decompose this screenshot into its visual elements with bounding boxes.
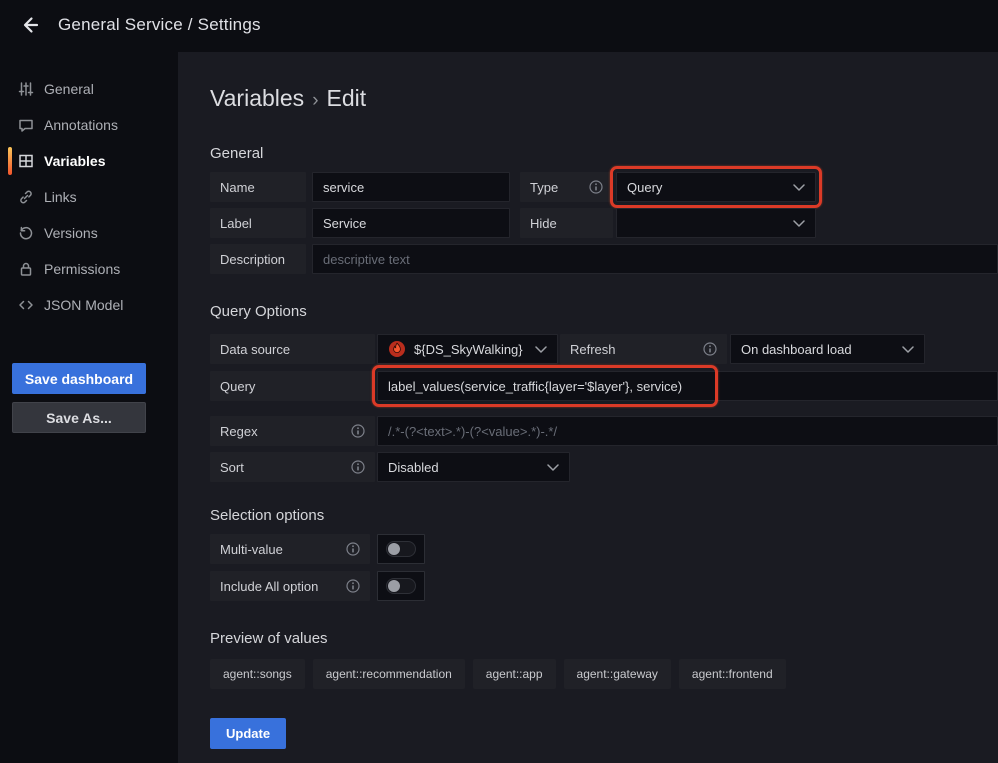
grafana-settings-page: General Service / Settings General Annot… [0,0,998,763]
settings-sidebar: General Annotations Variables Links [0,52,178,763]
type-select[interactable]: Query [616,172,816,202]
top-bar: General Service / Settings [0,0,998,52]
preview-value-chip: agent::recommendation [313,659,465,689]
comment-icon [17,117,34,134]
regex-label: Regex [210,416,375,446]
info-icon [703,342,717,356]
save-dashboard-button[interactable]: Save dashboard [12,363,146,394]
chevron-down-icon [902,346,914,353]
chevron-down-icon [535,346,547,353]
preview-value-chip: agent::frontend [679,659,786,689]
sort-select[interactable]: Disabled [377,452,570,482]
breadcrumb: Variables›Edit [210,85,366,112]
info-icon [351,424,365,438]
sidebar-item-label: Permissions [44,261,120,277]
link-icon [17,189,34,206]
sidebar-item-links[interactable]: Links [0,179,178,215]
sidebar-item-label: JSON Model [44,297,123,313]
active-indicator [8,147,12,175]
toggle-track [386,541,416,557]
code-icon [17,297,34,314]
chevron-down-icon [793,184,805,191]
multi-value-label: Multi-value [210,534,370,564]
datasource-label: Data source [210,334,375,364]
name-input[interactable] [312,172,510,202]
sidebar-item-variables[interactable]: Variables [0,143,178,179]
sidebar-item-label: Links [44,189,77,205]
hide-select[interactable] [616,208,816,238]
sidebar-item-label: Versions [44,225,98,241]
include-all-toggle[interactable] [377,571,425,601]
lock-icon [17,261,34,278]
page-title: General Service / Settings [58,15,261,35]
refresh-select[interactable]: On dashboard load [730,334,925,364]
preview-value-chip: agent::songs [210,659,305,689]
grid-icon [17,153,34,170]
type-label: Type [520,172,613,202]
back-button[interactable] [14,11,44,41]
arrow-left-icon [18,14,40,39]
sidebar-item-versions[interactable]: Versions [0,215,178,251]
regex-input[interactable] [377,416,998,446]
sidebar-item-label: Variables [44,153,106,169]
chevron-down-icon [547,464,559,471]
sidebar-item-annotations[interactable]: Annotations [0,107,178,143]
general-heading: General [210,145,263,162]
selection-options-heading: Selection options [210,507,324,524]
label-input[interactable] [312,208,510,238]
description-label: Description [210,244,306,274]
preview-values-list: agent::songs agent::recommendation agent… [210,659,786,689]
toggle-knob [388,580,400,592]
preview-value-chip: agent::app [473,659,556,689]
refresh-label: Refresh [560,334,727,364]
sidebar-item-permissions[interactable]: Permissions [0,251,178,287]
datasource-flame-icon [388,340,406,358]
breadcrumb-separator: › [304,90,326,111]
preview-value-chip: agent::gateway [564,659,671,689]
sidebar-item-general[interactable]: General [0,71,178,107]
sidebar-item-label: Annotations [44,117,118,133]
sidebar-item-json-model[interactable]: JSON Model [0,287,178,323]
breadcrumb-section[interactable]: Variables [210,85,304,111]
sort-label: Sort [210,452,375,482]
label-label: Label [210,208,306,238]
query-options-heading: Query Options [210,303,307,320]
multi-value-toggle[interactable] [377,534,425,564]
sliders-icon [17,81,34,98]
include-all-label: Include All option [210,571,370,601]
info-icon [346,579,360,593]
description-input[interactable] [312,244,998,274]
toggle-knob [388,543,400,555]
breadcrumb-page: Edit [327,85,367,111]
datasource-select[interactable]: ${DS_SkyWalking} [377,334,558,364]
toggle-track [386,578,416,594]
variables-edit-panel: Variables›Edit General Name Type Query L… [178,52,998,763]
history-icon [17,225,34,242]
info-icon [351,460,365,474]
name-label: Name [210,172,306,202]
query-label: Query [210,371,375,401]
preview-heading: Preview of values [210,630,328,647]
hide-label: Hide [520,208,613,238]
save-as-button[interactable]: Save As... [12,402,146,433]
sidebar-item-label: General [44,81,94,97]
chevron-down-icon [793,220,805,227]
update-button[interactable]: Update [210,718,286,749]
info-icon [589,180,603,194]
info-icon [346,542,360,556]
query-input[interactable] [377,371,998,401]
